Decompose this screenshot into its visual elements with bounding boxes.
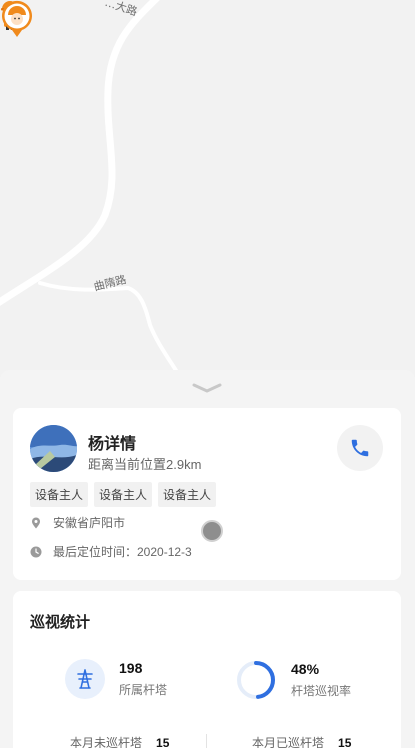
stats-title: 巡视统计 <box>30 614 91 631</box>
patrol-rate-ring <box>237 661 275 699</box>
tag-list: 设备主人 设备主人 设备主人 <box>30 482 217 507</box>
clock-icon <box>30 546 42 557</box>
location-icon <box>32 517 40 528</box>
person-name: 杨详情 <box>88 436 137 453</box>
tag: 设备主人 <box>158 482 217 507</box>
location-pin-icon[interactable] <box>0 0 34 38</box>
towers-label: 所属杆塔 <box>119 683 168 697</box>
floating-locate-button[interactable] <box>201 520 223 542</box>
unpatrolled-label: 本月未巡杆塔 <box>70 736 143 748</box>
divider <box>206 734 207 748</box>
call-button[interactable] <box>337 425 383 471</box>
address-text: 安徽省庐阳市 <box>53 516 126 530</box>
tag: 设备主人 <box>94 482 153 507</box>
patrolled-value: 15 <box>338 735 352 748</box>
unpatrolled-row: 本月未巡杆塔 15 <box>70 734 169 748</box>
unpatrolled-value: 15 <box>156 735 170 748</box>
address-row: 安徽省庐阳市 <box>30 514 125 531</box>
chevron-down-icon[interactable] <box>192 382 222 394</box>
towers-stat: 198 所属杆塔 <box>65 659 167 699</box>
last-location-row: 最后定位时间：2020-12-3 <box>30 543 192 560</box>
power-tower-icon <box>65 659 105 699</box>
map-view[interactable]: …大路 曲隋路 <box>0 0 415 380</box>
map-roads <box>0 0 184 380</box>
last-location-text: 最后定位时间：2020-12-3 <box>53 545 192 559</box>
patrol-rate-label: 杆塔巡视率 <box>291 684 352 698</box>
patrol-rate-value: 48% <box>291 661 320 677</box>
patrol-stats-card: 巡视统计 198 所属杆塔 48% 杆塔巡视率 本月未巡杆塔 15 本月已巡杆塔… <box>13 591 401 748</box>
patrolled-label: 本月已巡杆塔 <box>252 736 325 748</box>
bottom-sheet: 杨详情 距离当前位置2.9km 设备主人 设备主人 设备主人 安徽省庐阳市 最后 <box>0 370 415 748</box>
towers-count: 198 <box>119 660 143 676</box>
avatar <box>30 425 77 472</box>
person-distance: 距离当前位置2.9km <box>88 457 202 472</box>
patrol-rate-stat: 48% 杆塔巡视率 <box>235 659 351 701</box>
phone-icon <box>351 439 369 457</box>
patrolled-row: 本月已巡杆塔 15 <box>252 734 351 748</box>
tag: 设备主人 <box>30 482 89 507</box>
person-card: 杨详情 距离当前位置2.9km 设备主人 设备主人 设备主人 安徽省庐阳市 最后 <box>13 408 401 580</box>
